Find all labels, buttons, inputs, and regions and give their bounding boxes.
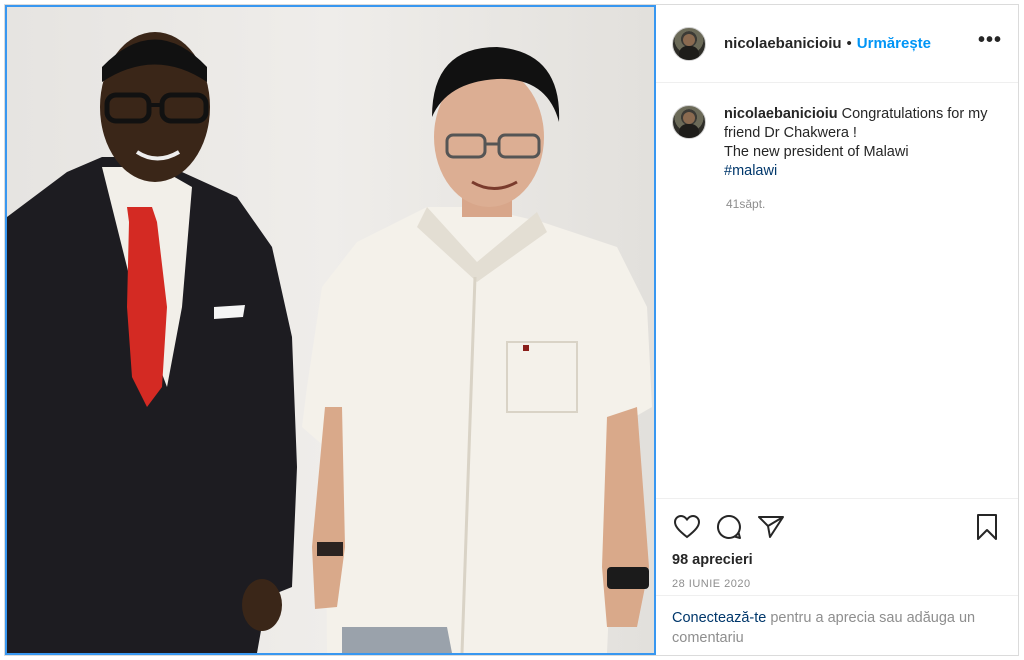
heart-icon[interactable] [672, 512, 702, 542]
login-prompt: Conectează-te pentru a aprecia sau adăug… [656, 595, 1018, 655]
action-icons [672, 511, 1002, 543]
bookmark-icon[interactable] [972, 512, 1002, 542]
likes-count[interactable]: 98 aprecieri [672, 552, 1002, 568]
avatar[interactable] [672, 26, 706, 61]
post-container: nicolaebanicioiu • Urmărește ••• nicolae… [4, 4, 1019, 656]
caption-area: nicolaebanicioiu Congratulations for my … [656, 83, 1018, 498]
caption-time-ago[interactable]: 41săpt. [726, 197, 1002, 211]
header-separator: • [846, 35, 852, 52]
post-header: nicolaebanicioiu • Urmărește ••• [656, 5, 1018, 83]
caption: nicolaebanicioiu Congratulations for my … [672, 105, 1002, 181]
share-icon[interactable] [756, 512, 786, 542]
follow-button[interactable]: Urmărește [857, 35, 931, 52]
more-options-icon[interactable]: ••• [978, 29, 1002, 58]
photo-illustration [7, 7, 654, 653]
caption-text: nicolaebanicioiu Congratulations for my … [724, 105, 994, 181]
comment-icon[interactable] [714, 512, 744, 542]
caption-line-2: The new president of Malawi [724, 144, 909, 160]
login-link[interactable]: Conectează-te [672, 610, 766, 626]
username-link[interactable]: nicolaebanicioiu [724, 35, 842, 52]
caption-username-link[interactable]: nicolaebanicioiu [724, 106, 838, 122]
post-photo[interactable] [5, 5, 656, 655]
caption-avatar[interactable] [672, 105, 706, 139]
post-side-panel: nicolaebanicioiu • Urmărește ••• nicolae… [656, 5, 1018, 655]
hashtag-link[interactable]: #malawi [724, 163, 777, 179]
action-bar: 98 aprecieri 28 IUNIE 2020 [656, 498, 1018, 595]
post-date[interactable]: 28 IUNIE 2020 [672, 578, 1002, 590]
